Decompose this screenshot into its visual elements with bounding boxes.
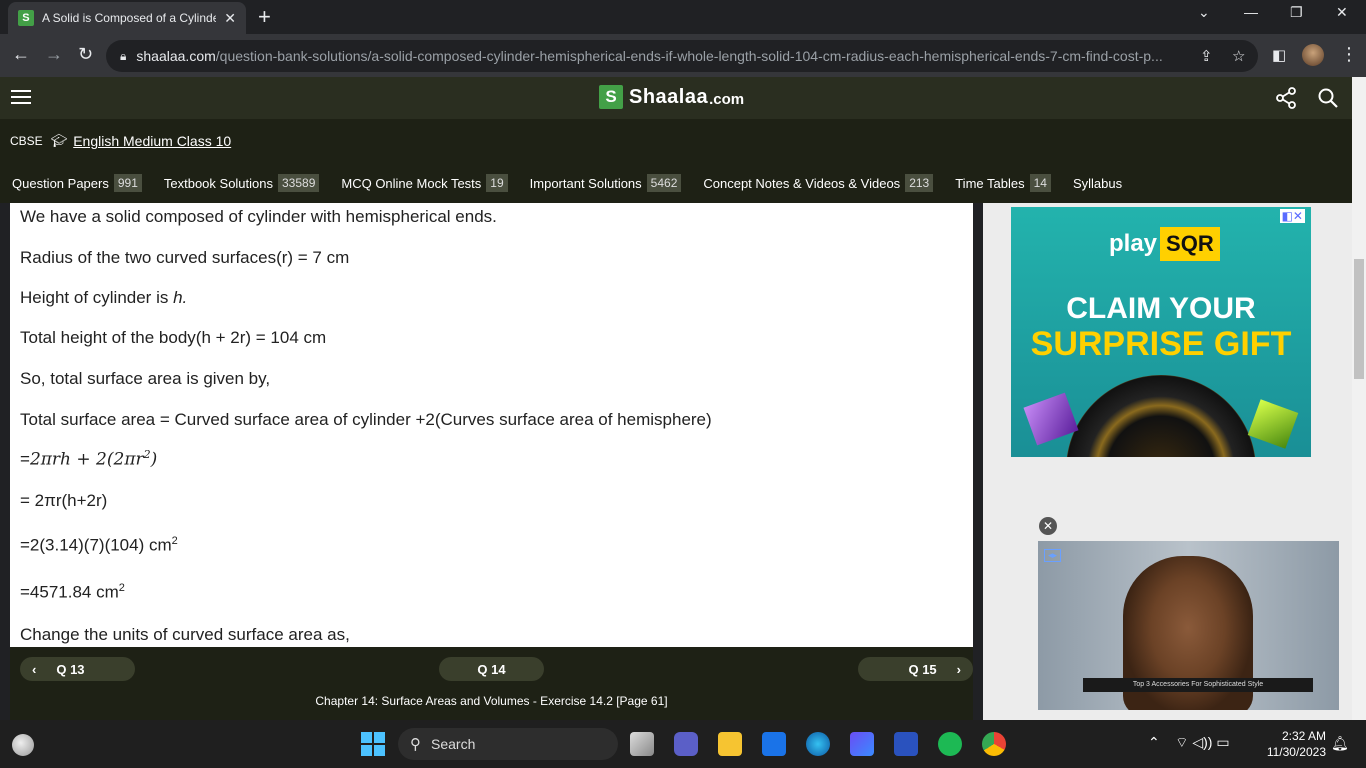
solution-line: So, total surface area is given by, xyxy=(20,369,271,388)
nav-mcq-mock-tests[interactable]: MCQ Online Mock Tests 19 xyxy=(341,174,508,192)
chrome-icon[interactable] xyxy=(982,732,1006,756)
solution-line: Total height of the body(h + 2r) = 104 c… xyxy=(20,328,327,347)
tab-search-icon[interactable]: ⌄ xyxy=(1198,4,1210,21)
share-icon[interactable] xyxy=(1275,87,1297,109)
bookmark-star-icon[interactable]: ☆ xyxy=(1232,47,1245,65)
chevron-left-icon: ‹ xyxy=(32,661,37,677)
forward-icon[interactable]: → xyxy=(45,44,63,65)
solution-line: Radius of the two curved surfaces(r) = 7… xyxy=(20,248,350,267)
solution-content: We have a solid composed of cylinder wit… xyxy=(10,203,973,720)
side-panel-icon[interactable]: ◧ xyxy=(1272,46,1286,64)
ad-tag-icon: ◂▸ xyxy=(1044,549,1062,562)
profile-avatar[interactable] xyxy=(1302,44,1324,66)
back-icon[interactable]: ← xyxy=(12,44,30,65)
solution-line: = 2πr(h+2r) xyxy=(20,491,108,510)
logo-domain: .com xyxy=(709,90,745,108)
browser-tab-bar: S A Solid is Composed of a Cylinder ✕ + … xyxy=(0,0,1366,34)
edge-browser-icon[interactable] xyxy=(806,732,830,756)
graduation-cap-icon: 🎓︎ xyxy=(50,133,68,148)
solution-line: Height of cylinder is h. xyxy=(20,288,188,307)
nav-time-tables[interactable]: Time Tables 14 xyxy=(955,174,1051,192)
advertisement-banner[interactable]: ◧✕ play SQR CLAIM YOUR SURPRISE GIFT xyxy=(1011,207,1311,457)
chapter-reference[interactable]: Chapter 14: Surface Areas and Volumes - … xyxy=(10,694,973,708)
nav-concept-notes[interactable]: Concept Notes & Videos & Videos 213 xyxy=(703,174,934,192)
system-tray-icons[interactable]: ⌃ ⌔ ◁)) ▭ xyxy=(1148,734,1230,752)
task-view-icon[interactable] xyxy=(630,732,654,756)
solution-line: =2(3.14)(7)(104) cm2 xyxy=(20,535,178,555)
video-caption: Top 3 Accessories For Sophisticated Styl… xyxy=(1083,678,1313,692)
board-label[interactable]: CBSE xyxy=(10,134,43,148)
chevron-right-icon: › xyxy=(956,661,961,677)
question-navigation: ‹ Q 13 Q 14 Q 15 › Chapter 14: Surface A… xyxy=(10,647,973,720)
app-icon[interactable] xyxy=(850,732,874,756)
nav-syllabus[interactable]: Syllabus xyxy=(1073,176,1122,191)
solution-line: =4571.84 cm2 xyxy=(20,582,125,602)
windows-taskbar: ⚲ Search ⌃ ⌔ ◁)) ▭ 2:32 AM 11/30/2023 🔔︎ xyxy=(0,720,1366,768)
taskbar-search[interactable]: ⚲ Search xyxy=(398,728,618,760)
ad-brand: play SQR xyxy=(1109,227,1220,261)
solution-line: We have a solid composed of cylinder wit… xyxy=(20,207,497,226)
spotify-icon[interactable] xyxy=(938,732,962,756)
teams-chat-icon[interactable] xyxy=(674,732,698,756)
minimize-icon[interactable]: — xyxy=(1244,4,1258,20)
next-question-button[interactable]: Q 15 › xyxy=(858,657,973,681)
current-question-button[interactable]: Q 14 xyxy=(439,657,544,681)
logo-text: Shaalaa xyxy=(629,85,709,108)
nav-textbook-solutions[interactable]: Textbook Solutions 33589 xyxy=(164,174,320,192)
count-badge: 19 xyxy=(486,174,508,192)
restore-icon[interactable]: ❐ xyxy=(1290,4,1303,21)
count-badge: 33589 xyxy=(278,174,320,192)
webex-icon[interactable] xyxy=(894,732,918,756)
menu-kebab-icon[interactable]: ⋮ xyxy=(1340,44,1358,65)
solution-formula: =2πrh + 2(2πr2) xyxy=(20,448,158,470)
weather-icon[interactable] xyxy=(12,734,34,756)
solution-line: Total surface area = Curved surface area… xyxy=(20,410,712,429)
site-header: S Shaalaa .com xyxy=(0,77,1352,119)
site-logo[interactable]: S Shaalaa .com xyxy=(599,85,744,109)
count-badge: 14 xyxy=(1029,174,1051,192)
content-nav: Question Papers 991 Textbook Solutions 335… xyxy=(0,163,1352,203)
scrollbar-thumb[interactable] xyxy=(1354,259,1364,379)
window-close-icon[interactable]: ✕ xyxy=(1336,4,1348,21)
new-tab-button[interactable]: + xyxy=(258,4,271,30)
roulette-wheel-image xyxy=(1066,375,1256,457)
count-badge: 991 xyxy=(113,174,142,192)
taskbar-clock[interactable]: 2:32 AM 11/30/2023 xyxy=(1256,728,1326,760)
green-gem-image xyxy=(1247,399,1299,449)
purple-gem-image xyxy=(1023,392,1079,446)
mail-icon[interactable] xyxy=(762,732,786,756)
prev-question-button[interactable]: ‹ Q 13 xyxy=(20,657,135,681)
count-badge: 213 xyxy=(905,174,934,192)
close-video-icon[interactable]: ✕ xyxy=(1039,517,1057,535)
nav-important-solutions[interactable]: Important Solutions 5462 xyxy=(530,174,682,192)
url-path: /question-bank-solutions/a-solid-compose… xyxy=(215,48,1163,64)
favicon-icon: S xyxy=(18,10,34,26)
nav-question-papers[interactable]: Question Papers 991 xyxy=(12,174,142,192)
windows-start-icon[interactable] xyxy=(361,732,385,756)
ad-choices-icon[interactable]: ◧✕ xyxy=(1279,209,1305,223)
file-explorer-icon[interactable] xyxy=(718,732,742,756)
close-tab-icon[interactable]: ✕ xyxy=(224,10,236,27)
search-icon[interactable] xyxy=(1317,87,1339,109)
reload-icon[interactable]: ↻ xyxy=(78,44,93,65)
url-host: shaalaa.com xyxy=(136,48,216,64)
share-page-icon[interactable]: ⇪ xyxy=(1200,47,1213,65)
count-badge: 5462 xyxy=(646,174,682,192)
class-selector[interactable]: English Medium Class 10 xyxy=(73,133,231,149)
browser-toolbar: ← → ↻ 🔒︎ shaalaa.com /question-bank-solu… xyxy=(0,34,1366,77)
logo-mark: S xyxy=(599,85,623,109)
address-bar[interactable]: 🔒︎ shaalaa.com /question-bank-solutions/… xyxy=(106,40,1258,72)
notification-bell-icon[interactable]: 🔔︎ xyxy=(1331,735,1349,752)
browser-tab[interactable]: S A Solid is Composed of a Cylinder ✕ xyxy=(8,2,246,34)
lock-icon[interactable]: 🔒︎ xyxy=(120,49,126,64)
hamburger-menu-icon[interactable] xyxy=(11,90,31,104)
ad-subheadline: SURPRISE GIFT xyxy=(1030,325,1292,363)
page-scrollbar[interactable] xyxy=(1352,77,1366,720)
tab-title: A Solid is Composed of a Cylinder xyxy=(41,11,217,25)
solution-line: Change the units of curved surface area … xyxy=(20,625,350,644)
class-bar: CBSE 🎓︎ English Medium Class 10 xyxy=(0,119,1352,163)
ad-headline: CLAIM YOUR xyxy=(1066,292,1256,325)
search-icon: ⚲ xyxy=(410,736,421,753)
video-advertisement[interactable]: ◂▸ Top 3 Accessories For Sophisticated S… xyxy=(1038,541,1339,710)
